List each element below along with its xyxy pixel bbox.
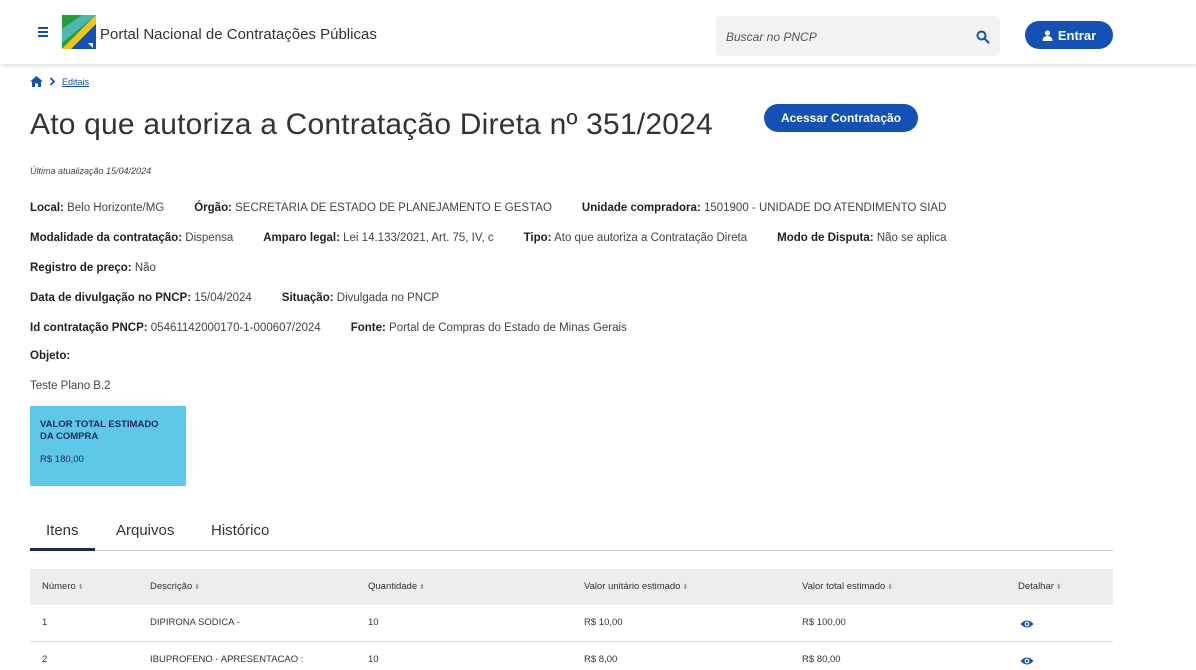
info-modalidade: Modalidade da contratação: Dispensa: [30, 232, 234, 244]
info-row-location: Local: Belo Horizonte/MG Órgão: SECRETAR…: [30, 202, 946, 214]
cell-descricao: IBUPROFENO - APRESENTACAO :: [150, 654, 304, 665]
last-updated: Última atualização 15/04/2024: [30, 166, 152, 176]
info-fonte: Fonte: Portal de Compras do Estado de Mi…: [350, 322, 627, 334]
estimated-value-card: VALOR TOTAL ESTIMADO DA COMPRA R$ 180,00: [30, 406, 186, 486]
table-header: Número ⬍ Descrição ⬍ Quantidade ⬍ Valor uni…: [30, 569, 1113, 605]
pncp-logo[interactable]: [62, 15, 96, 49]
tab-historico[interactable]: Histórico: [211, 522, 269, 539]
info-objeto-value: Teste Plano B.2: [30, 380, 111, 392]
info-amparo: Amparo legal: Lei 14.133/2021, Art. 75, …: [263, 232, 494, 244]
info-id: Id contratação PNCP: 05461142000170-1-00…: [30, 322, 321, 334]
table-row: 1 DIPIRONA SODICA - 10 R$ 10,00 R$ 100,0…: [30, 605, 1113, 642]
cell-valor-total: R$ 100,00: [802, 617, 846, 628]
sort-icon: ⬍: [1055, 584, 1062, 591]
value-card-label: VALOR TOTAL ESTIMADO DA COMPRA: [40, 419, 159, 442]
top-header: Portal Nacional de Contratações Públicas…: [0, 0, 1196, 64]
column-valor-unitario[interactable]: Valor unitário estimado ⬍: [584, 581, 688, 592]
items-table: Número ⬍ Descrição ⬍ Quantidade ⬍ Valor uni…: [30, 569, 1113, 670]
column-detalhar[interactable]: Detalhar ⬍: [1018, 581, 1062, 592]
search-box: [716, 16, 1000, 56]
sort-icon: ⬍: [77, 584, 84, 591]
cell-descricao: DIPIRONA SODICA -: [150, 617, 240, 628]
cell-numero: 2: [42, 654, 48, 665]
breadcrumb-item-editais[interactable]: Editais: [62, 77, 89, 87]
info-registro: Registro de preço: Não: [30, 262, 156, 274]
info-unidade: Unidade compradora: 1501900 - UNIDADE DO…: [581, 202, 947, 214]
breadcrumb: Editais: [30, 76, 89, 87]
info-row-id: Id contratação PNCP: 05461142000170-1-00…: [30, 322, 627, 334]
info-local: Local: Belo Horizonte/MG: [30, 202, 165, 214]
site-title[interactable]: Portal Nacional de Contratações Públicas: [100, 26, 377, 43]
info-situacao: Situação: Divulgada no PNCP: [281, 292, 440, 304]
info-objeto-label: Objeto:: [30, 350, 71, 362]
column-numero[interactable]: Número ⬍: [42, 581, 84, 592]
info-divulgacao: Data de divulgação no PNCP: 15/04/2024: [30, 292, 252, 304]
sort-icon: ⬍: [194, 584, 201, 591]
sort-icon: ⬍: [887, 584, 894, 591]
tabs: Itens Arquivos Histórico: [30, 518, 1113, 551]
info-row-modalidade: Modalidade da contratação: Dispensa Ampa…: [30, 232, 947, 244]
cell-numero: 1: [42, 617, 48, 628]
info-orgao: Órgão: SECRETARIA DE ESTADO DE PLANEJAME…: [194, 202, 552, 214]
cell-quantidade: 10: [368, 617, 379, 628]
user-icon: [1042, 29, 1053, 41]
login-label: Entrar: [1057, 27, 1097, 43]
table-row: 2 IBUPROFENO - APRESENTACAO : 10 R$ 8,00…: [30, 642, 1113, 670]
column-descricao[interactable]: Descrição ⬍: [150, 581, 200, 592]
cell-valor-total: R$ 80,00: [802, 654, 841, 665]
column-quantidade[interactable]: Quantidade ⬍: [368, 581, 425, 592]
sort-icon: ⬍: [419, 584, 425, 591]
info-tipo: Tipo: Ato que autoriza a Contratação Dir…: [523, 232, 748, 244]
home-icon[interactable]: [30, 76, 43, 87]
value-card-amount: R$ 180,00: [40, 454, 84, 465]
eye-icon[interactable]: [1020, 619, 1034, 629]
cell-quantidade: 10: [368, 654, 379, 665]
search-icon[interactable]: [976, 30, 990, 44]
access-contract-button[interactable]: Acessar Contratação: [764, 104, 918, 132]
login-button[interactable]: Entrar: [1025, 21, 1113, 49]
page-title: Ato que autoriza a Contratação Direta nº…: [30, 108, 713, 141]
tab-itens[interactable]: Itens: [30, 522, 94, 551]
column-valor-total[interactable]: Valor total estimado ⬍: [802, 581, 893, 592]
cell-valor-unitario: R$ 8,00: [584, 654, 618, 665]
menu-icon[interactable]: [38, 27, 48, 37]
chevron-right-icon: [49, 77, 56, 86]
info-row-registro: Registro de preço: Não: [30, 262, 156, 274]
tab-arquivos[interactable]: Arquivos: [116, 522, 174, 539]
cell-valor-unitario: R$ 10,00: [584, 617, 623, 628]
search-input[interactable]: [726, 26, 956, 48]
info-disputa: Modo de Disputa: Não se aplica: [777, 232, 947, 244]
eye-icon[interactable]: [1020, 656, 1034, 666]
info-row-divulgacao: Data de divulgação no PNCP: 15/04/2024 S…: [30, 292, 439, 304]
sort-icon: ⬍: [682, 584, 689, 591]
